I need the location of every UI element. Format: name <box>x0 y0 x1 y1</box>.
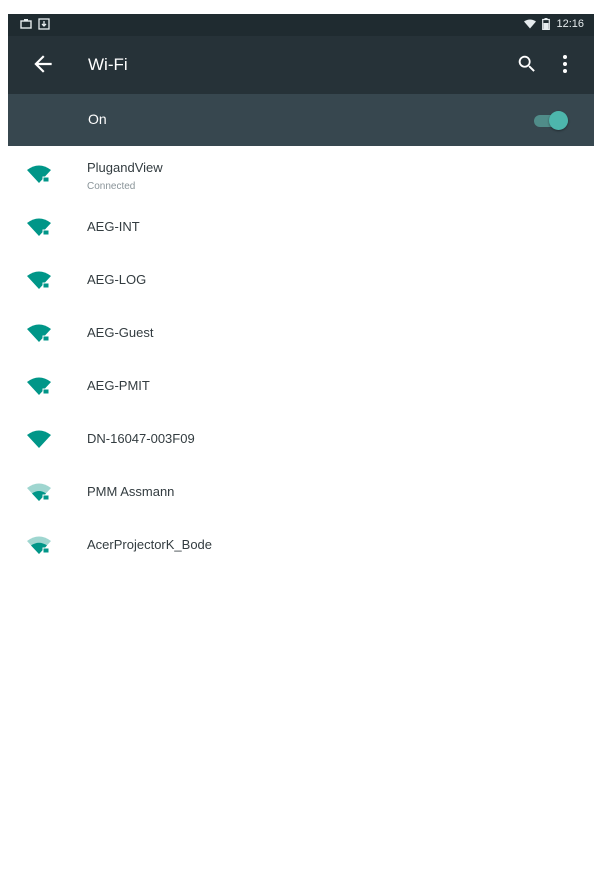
switch-label: On <box>88 111 107 127</box>
more-vert-icon[interactable] <box>558 52 572 76</box>
wifi-master-switch-bar[interactable]: On <box>8 94 594 146</box>
notification-icons <box>20 18 50 30</box>
wifi-secured-icon <box>27 377 51 395</box>
toolbar: Wi-Fi <box>8 36 594 94</box>
search-icon[interactable] <box>516 53 538 75</box>
network-list: PlugandView Connected AEG-INT AEG-LOG AE… <box>8 147 594 571</box>
network-name: AEG-INT <box>87 219 140 234</box>
toggle-thumb <box>549 111 568 130</box>
status-bar: 12:16 <box>8 14 594 36</box>
screenshot-icon <box>20 19 32 29</box>
clock: 12:16 <box>556 18 584 30</box>
battery-icon <box>542 18 551 30</box>
network-name: AEG-PMIT <box>87 378 150 393</box>
network-status: Connected <box>87 181 136 192</box>
wifi-secured-icon <box>27 165 51 183</box>
wifi-secured-icon <box>27 483 51 501</box>
arrow-back-icon[interactable] <box>30 51 56 77</box>
page-title: Wi-Fi <box>88 55 128 74</box>
network-item[interactable]: AEG-PMIT <box>8 359 594 412</box>
wifi-signal-icon <box>524 19 537 29</box>
download-icon <box>38 18 50 30</box>
network-name: PMM Assmann <box>87 484 175 499</box>
network-item[interactable]: AEG-INT <box>8 200 594 253</box>
wifi-secured-icon <box>27 536 51 554</box>
wifi-secured-icon <box>27 271 51 289</box>
network-name: AcerProjectorK_Bode <box>87 537 213 552</box>
wifi-secured-icon <box>27 218 51 236</box>
network-name: PlugandView <box>87 160 163 175</box>
system-icons: 12:16 <box>524 18 584 30</box>
network-name: DN-16047-003F09 <box>87 431 195 446</box>
network-item[interactable]: AEG-Guest <box>8 306 594 359</box>
network-item[interactable]: PlugandView Connected <box>8 147 594 200</box>
network-item[interactable]: AcerProjectorK_Bode <box>8 518 594 571</box>
network-item[interactable]: DN-16047-003F09 <box>8 412 594 465</box>
network-name: AEG-LOG <box>87 272 147 287</box>
wifi-open-icon <box>27 430 51 448</box>
wifi-toggle[interactable] <box>534 111 568 130</box>
network-item[interactable]: AEG-LOG <box>8 253 594 306</box>
wifi-secured-icon <box>27 324 51 342</box>
network-name: AEG-Guest <box>87 325 154 340</box>
network-item[interactable]: PMM Assmann <box>8 465 594 518</box>
